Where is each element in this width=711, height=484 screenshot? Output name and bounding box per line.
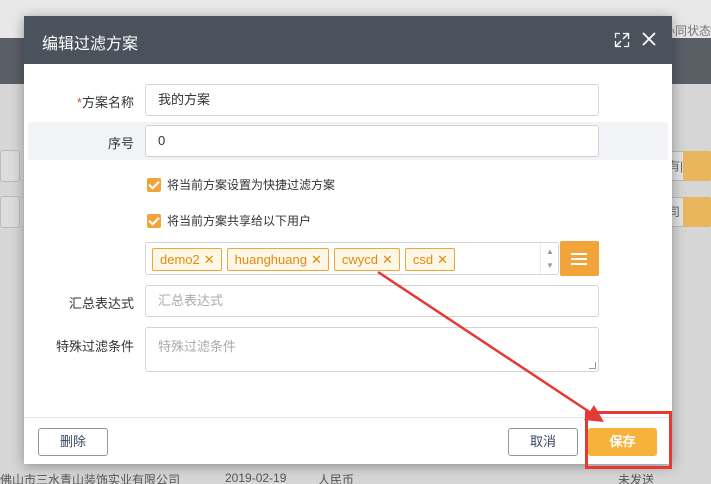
background-company: 佛山市三水青山装饰实业有限公司 (0, 473, 181, 484)
background-left-control (0, 150, 20, 182)
sequence-row: 序号 0 (24, 125, 672, 157)
special-filter-textarea[interactable]: 特殊过滤条件 (145, 327, 599, 372)
resize-handle-icon[interactable] (589, 362, 596, 369)
summary-row: 汇总表达式 汇总表达式 (24, 285, 672, 317)
annotation-highlight-box (585, 411, 672, 469)
dialog-header: 编辑过滤方案 (24, 16, 672, 64)
user-tag: csd ✕ (404, 248, 456, 271)
dialog-footer: 删除 取消 保存 (24, 417, 672, 464)
summary-expression-input[interactable]: 汇总表达式 (145, 285, 599, 317)
tag-scroll-spinner[interactable]: ▲ ▼ (540, 243, 558, 274)
user-tag-label: demo2 (160, 252, 200, 267)
background-right-button (683, 151, 711, 181)
share-checkbox[interactable] (147, 213, 161, 228)
user-tag-label: cwycd (341, 252, 378, 267)
maximize-icon[interactable] (614, 32, 630, 48)
remove-tag-icon[interactable]: ✕ (311, 249, 322, 270)
sequence-input[interactable]: 0 (145, 125, 599, 157)
quick-filter-checkbox-row[interactable]: 将当前方案设置为快捷过滤方案 (147, 176, 335, 193)
name-row: *方案名称 我的方案 (24, 84, 672, 116)
sequence-label: 序号 (107, 136, 134, 151)
name-label-text: 方案名称 (81, 95, 134, 110)
shared-users-select[interactable]: demo2 ✕ huanghuang ✕ cwycd ✕ csd ✕ ▲ ▼ (145, 242, 559, 275)
remove-tag-icon[interactable]: ✕ (382, 249, 393, 270)
close-icon[interactable] (638, 29, 660, 51)
user-tag: demo2 ✕ (152, 248, 222, 271)
user-tag-label: huanghuang (234, 252, 307, 267)
background-table-row: 佛山市三水青山装饰实业有限公司 2019-02-19 人民币 未发送 (0, 467, 711, 484)
user-tag: huanghuang ✕ (226, 248, 329, 271)
name-label: *方案名称 (77, 92, 134, 111)
quick-filter-checkbox-label: 将当前方案设置为快捷过滤方案 (167, 178, 336, 192)
select-users-list-button[interactable] (560, 241, 599, 276)
background-status: 未发送 (618, 473, 655, 484)
scroll-down-icon[interactable]: ▼ (541, 261, 559, 270)
cancel-button[interactable]: 取消 (508, 428, 578, 456)
special-filter-placeholder: 特殊过滤条件 (158, 339, 237, 354)
edit-filter-dialog: 编辑过滤方案 *方案名称 我的方案 序号 0 将当前方案设置为快捷过滤方案 将当… (24, 16, 672, 464)
user-tag: cwycd ✕ (333, 248, 400, 271)
summary-label: 汇总表达式 (68, 296, 134, 311)
remove-tag-icon[interactable]: ✕ (437, 249, 448, 270)
special-filter-label: 特殊过滤条件 (55, 339, 134, 354)
user-tag-label: csd (412, 252, 434, 267)
share-checkbox-label: 将当前方案共享给以下用户 (167, 214, 312, 228)
background-currency: 人民币 (318, 473, 355, 484)
dialog-title: 编辑过滤方案 (42, 36, 139, 53)
share-checkbox-row[interactable]: 将当前方案共享给以下用户 (147, 212, 311, 229)
background-left-control (0, 196, 20, 228)
user-tag-list: demo2 ✕ huanghuang ✕ cwycd ✕ csd ✕ (152, 248, 456, 271)
delete-button[interactable]: 删除 (38, 428, 108, 456)
quick-filter-checkbox[interactable] (147, 177, 161, 192)
background-date: 2019-02-19 (225, 471, 287, 484)
background-right-button (683, 197, 711, 227)
remove-tag-icon[interactable]: ✕ (204, 249, 215, 270)
scroll-up-icon[interactable]: ▲ (541, 247, 559, 256)
scheme-name-input[interactable]: 我的方案 (145, 84, 599, 116)
